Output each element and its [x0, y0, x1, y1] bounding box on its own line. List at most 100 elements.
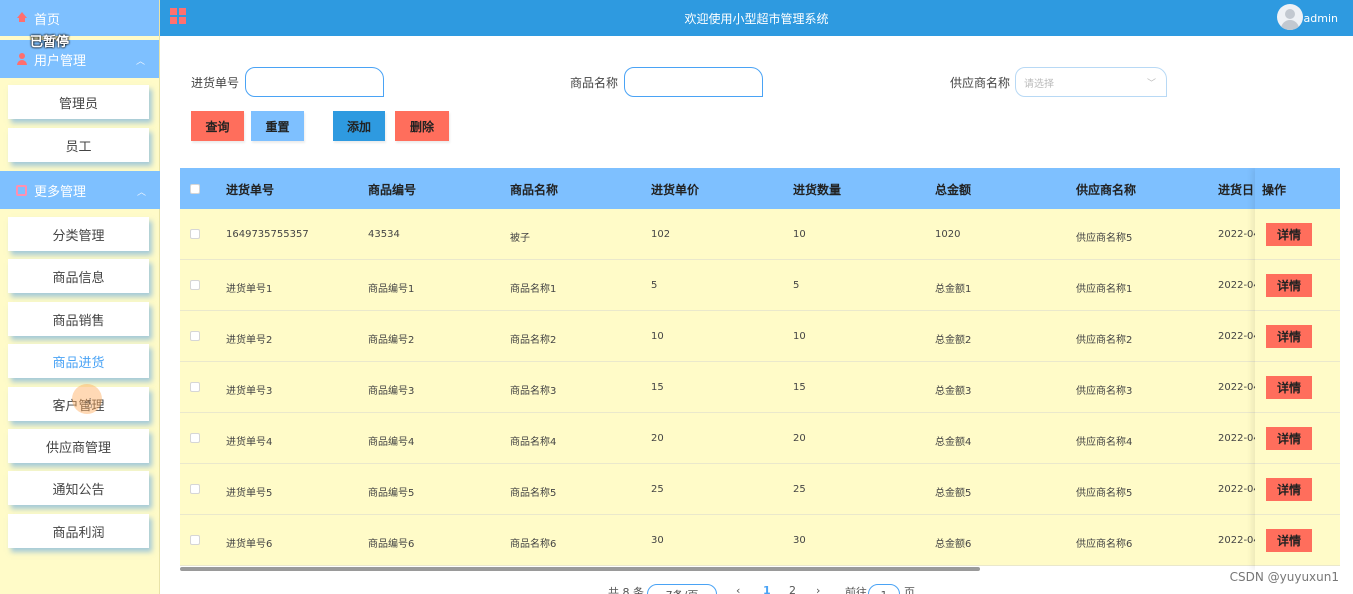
- cell-product-code: 商品编号6: [368, 539, 415, 550]
- order-no-input[interactable]: [245, 67, 384, 97]
- prev-page-button[interactable]: ‹: [736, 584, 740, 594]
- cell-product-name: 商品名称1: [510, 284, 557, 295]
- cell-product-name: 被子: [510, 233, 530, 244]
- sidebar-item-admin[interactable]: 管理员: [8, 85, 149, 119]
- detail-button[interactable]: 详情: [1266, 529, 1312, 552]
- column-header[interactable]: 总金额: [935, 181, 971, 198]
- cell-order-no: 进货单号1: [226, 284, 273, 295]
- row-checkbox[interactable]: [190, 331, 200, 341]
- column-header[interactable]: 进货数量: [793, 181, 841, 198]
- query-button[interactable]: 查询: [191, 111, 244, 141]
- table-row[interactable]: 进货单号2 商品编号2 商品名称2 10 10 总金额2 供应商名称2 2022…: [180, 311, 1340, 362]
- sidebar-item-product-purchase[interactable]: 商品进货: [8, 344, 149, 378]
- add-button[interactable]: 添加: [333, 111, 385, 141]
- delete-button[interactable]: 删除: [395, 111, 449, 141]
- cell-total: 总金额5: [935, 488, 972, 499]
- cell-order-no: 进货单号4: [226, 437, 273, 448]
- cell-supplier: 供应商名称4: [1076, 437, 1133, 448]
- goto-page-input[interactable]: 1: [868, 584, 900, 594]
- cell-supplier: 供应商名称3: [1076, 386, 1133, 397]
- column-header[interactable]: 进货日: [1218, 181, 1254, 198]
- order-no-label: 进货单号: [191, 76, 240, 90]
- column-header[interactable]: 供应商名称: [1076, 181, 1136, 198]
- sidebar-item-label: 商品销售: [52, 313, 105, 329]
- cell-product-code: 商品编号4: [368, 437, 415, 448]
- chevron-down-icon: ﹀: [1146, 79, 1156, 89]
- detail-button[interactable]: 详情: [1266, 223, 1312, 246]
- user-icon: [16, 53, 28, 65]
- page-unit-label: 页: [904, 586, 915, 594]
- sidebar-item-label: 分类管理: [52, 228, 105, 244]
- detail-button[interactable]: 详情: [1266, 376, 1312, 399]
- select-all-checkbox[interactable]: [190, 184, 200, 194]
- cell-product-code: 商品编号5: [368, 488, 415, 499]
- cell-total: 1020: [935, 229, 961, 240]
- cell-order-no: 进货单号2: [226, 335, 273, 346]
- sidebar-item-label: 管理员: [58, 96, 98, 112]
- cell-supplier: 供应商名称5: [1076, 488, 1133, 499]
- row-checkbox[interactable]: [190, 382, 200, 392]
- cell-total: 总金额2: [935, 335, 972, 346]
- row-checkbox[interactable]: [190, 229, 200, 239]
- reset-button[interactable]: 重置: [251, 111, 304, 141]
- operation-cell: 详情: [1255, 260, 1340, 311]
- column-header[interactable]: 进货单价: [651, 181, 699, 198]
- cell-product-name: 商品名称4: [510, 437, 557, 448]
- cell-unit-price: 15: [651, 382, 664, 393]
- table-row[interactable]: 进货单号4 商品编号4 商品名称4 20 20 总金额4 供应商名称4 2022…: [180, 413, 1340, 464]
- cell-supplier: 供应商名称1: [1076, 284, 1133, 295]
- next-page-button[interactable]: ›: [816, 584, 820, 594]
- sidebar-item-product-info[interactable]: 商品信息: [8, 259, 149, 293]
- cell-quantity: 25: [793, 484, 806, 495]
- sidebar-item-supplier[interactable]: 供应商管理: [8, 429, 149, 463]
- avatar[interactable]: [1277, 4, 1303, 30]
- operation-cell: 详情: [1255, 362, 1340, 413]
- sidebar-item-product-sales[interactable]: 商品销售: [8, 302, 149, 336]
- operation-header-label: 操作: [1262, 183, 1287, 197]
- row-checkbox[interactable]: [190, 484, 200, 494]
- cell-product-name: 商品名称3: [510, 386, 557, 397]
- sidebar-item-notice[interactable]: 通知公告: [8, 471, 149, 505]
- cell-quantity: 5: [793, 280, 800, 291]
- row-checkbox[interactable]: [190, 535, 200, 545]
- sidebar-item-category[interactable]: 分类管理: [8, 217, 149, 251]
- menu-group-more-label: 更多管理: [34, 184, 87, 200]
- row-checkbox[interactable]: [190, 433, 200, 443]
- cell-product-name: 商品名称5: [510, 488, 557, 499]
- detail-button[interactable]: 详情: [1266, 325, 1312, 348]
- operation-cell: 详情: [1255, 515, 1340, 566]
- product-name-input[interactable]: [624, 67, 763, 97]
- table-row[interactable]: 进货单号3 商品编号3 商品名称3 15 15 总金额3 供应商名称3 2022…: [180, 362, 1340, 413]
- column-header[interactable]: 商品名称: [510, 181, 558, 198]
- top-header: 欢迎使用小型超市管理系统 admin: [160, 0, 1353, 36]
- username[interactable]: admin: [1304, 12, 1338, 25]
- sidebar-item-staff[interactable]: 员工: [8, 128, 149, 162]
- supplier-label: 供应商名称: [950, 76, 1011, 90]
- sidebar-item-profit[interactable]: 商品利润: [8, 514, 149, 548]
- horizontal-scrollbar[interactable]: [180, 567, 980, 571]
- column-header[interactable]: 进货单号: [226, 181, 274, 198]
- table-row[interactable]: 进货单号6 商品编号6 商品名称6 30 30 总金额6 供应商名称6 2022…: [180, 515, 1340, 566]
- row-checkbox[interactable]: [190, 280, 200, 290]
- menu-group-user[interactable]: 用户管理 ︿: [0, 40, 159, 78]
- table-row[interactable]: 进货单号5 商品编号5 商品名称5 25 25 总金额5 供应商名称5 2022…: [180, 464, 1340, 515]
- column-header[interactable]: 商品编号: [368, 181, 416, 198]
- detail-button[interactable]: 详情: [1266, 478, 1312, 501]
- table-row[interactable]: 进货单号1 商品编号1 商品名称1 5 5 总金额1 供应商名称1 2022-0…: [180, 260, 1340, 311]
- menu-group-more[interactable]: 更多管理 ︿: [0, 171, 160, 209]
- supplier-select[interactable]: 请选择 ﹀: [1015, 67, 1167, 97]
- watermark: CSDN @yuyuxun1: [1229, 570, 1339, 584]
- detail-button[interactable]: 详情: [1266, 427, 1312, 450]
- table-row[interactable]: 1649735755357 43534 被子 102 10 1020 供应商名称…: [180, 209, 1340, 260]
- pagination-total: 共 8 条: [608, 586, 644, 594]
- cell-quantity: 10: [793, 331, 806, 342]
- cell-product-code: 商品编号3: [368, 386, 415, 397]
- menu-home[interactable]: 首页: [0, 0, 159, 36]
- operation-cell: 详情: [1255, 209, 1340, 260]
- cell-order-no: 进货单号6: [226, 539, 273, 550]
- operation-column: 操作 详情 详情 详情 详情 详情 详情 详情: [1255, 168, 1340, 570]
- page-size-select[interactable]: 7条/页: [647, 584, 717, 594]
- page-1-button[interactable]: 1: [763, 584, 771, 594]
- page-2-button[interactable]: 2: [789, 584, 796, 594]
- detail-button[interactable]: 详情: [1266, 274, 1312, 297]
